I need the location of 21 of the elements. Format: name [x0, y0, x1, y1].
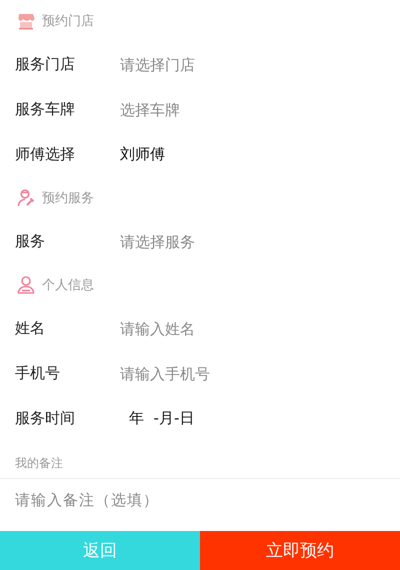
- field-label: 服务门店: [15, 55, 76, 74]
- date-field[interactable]: 年 -月-日: [120, 409, 194, 428]
- field-label: 服务时间: [15, 409, 76, 428]
- submit-button[interactable]: 立即预约: [200, 531, 400, 570]
- field-value[interactable]: 刘师傅: [120, 145, 165, 164]
- input-field[interactable]: 选择车牌: [120, 100, 320, 118]
- section-title: 预约门店: [42, 13, 94, 30]
- field-label: 师傅选择: [15, 145, 76, 164]
- store-icon: [16, 11, 36, 31]
- field-label: 服务车牌: [15, 100, 76, 119]
- person-wrench-icon: [16, 188, 36, 208]
- input-field[interactable]: 请输入手机号: [120, 364, 320, 382]
- input-field[interactable]: 请输入姓名: [120, 320, 320, 338]
- field-label: 姓名: [15, 319, 46, 338]
- input-field[interactable]: 请选择服务: [120, 232, 320, 250]
- section-title: 预约服务: [42, 190, 94, 207]
- input-field[interactable]: 请选择门店: [120, 56, 320, 74]
- section-title: 个人信息: [42, 277, 94, 294]
- field-label: 手机号: [15, 364, 61, 383]
- person-icon: [16, 275, 36, 295]
- field-label: 服务: [15, 232, 46, 251]
